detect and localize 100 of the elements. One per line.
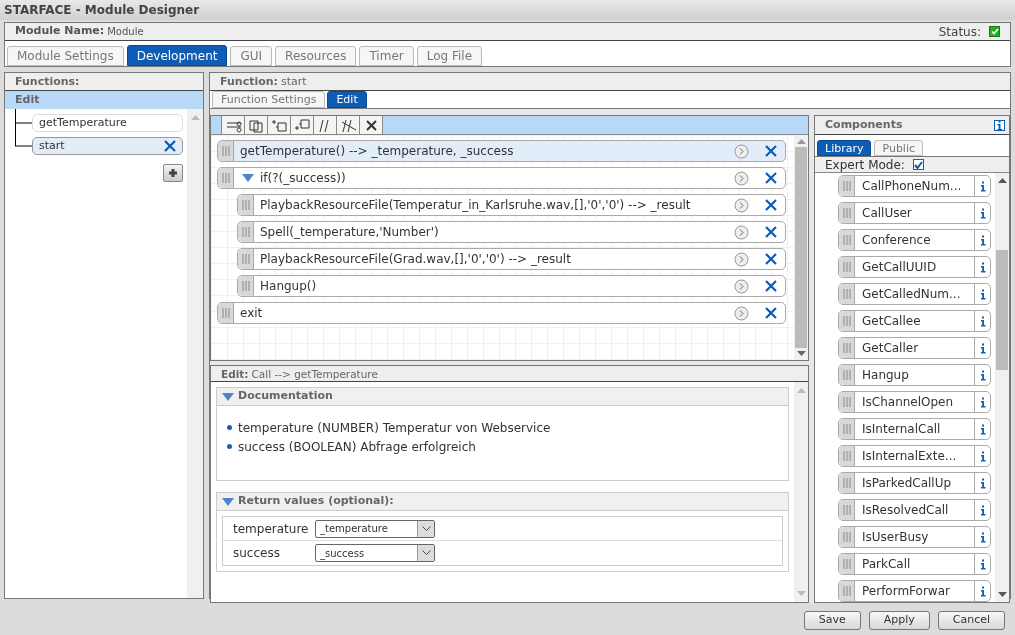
component-item[interactable]: PerformForwar: [838, 580, 991, 602]
arrow-right-icon[interactable]: [734, 170, 749, 186]
drag-handle-icon[interactable]: [839, 338, 855, 358]
drag-handle-icon[interactable]: [839, 581, 855, 601]
statement-row[interactable]: if(?(_success)): [217, 167, 786, 189]
info-icon[interactable]: [979, 450, 986, 462]
scroll-down-icon[interactable]: [796, 351, 806, 356]
arrow-right-icon[interactable]: [734, 278, 749, 294]
drag-handle-icon[interactable]: [839, 311, 855, 331]
arrow-right-icon[interactable]: [734, 305, 749, 321]
cut-button[interactable]: [222, 116, 245, 134]
drag-handle-icon[interactable]: [839, 554, 855, 574]
component-item[interactable]: IsInternalCall: [838, 418, 991, 440]
collapse-icon[interactable]: [222, 392, 234, 401]
close-icon[interactable]: [164, 140, 176, 152]
drag-handle-icon[interactable]: [238, 249, 254, 269]
collapse-icon[interactable]: [222, 497, 234, 506]
uncomment-button[interactable]: [337, 116, 360, 134]
component-item[interactable]: IsChannelOpen: [838, 391, 991, 413]
info-icon[interactable]: [979, 477, 986, 489]
drag-handle-icon[interactable]: [839, 365, 855, 385]
tab[interactable]: Log File: [416, 46, 483, 66]
scroll-up-icon[interactable]: [997, 178, 1007, 183]
comment-button[interactable]: [314, 116, 337, 134]
scrollbar[interactable]: [995, 173, 1009, 602]
drag-handle-icon[interactable]: [238, 222, 254, 242]
arrow-right-icon[interactable]: [734, 143, 749, 159]
drag-handle-icon[interactable]: [839, 392, 855, 412]
statement-row[interactable]: PlaybackResourceFile(Grad.wav,[],'0','0') --> _result: [237, 248, 786, 270]
statement-row[interactable]: Spell(_temperature,'Number'): [237, 221, 786, 243]
copy-button[interactable]: [245, 116, 268, 134]
info-icon[interactable]: [979, 504, 986, 516]
component-item[interactable]: Hangup: [838, 364, 991, 386]
drag-handle-icon[interactable]: [238, 276, 254, 296]
close-icon[interactable]: [765, 172, 777, 184]
info-icon[interactable]: [994, 119, 1005, 131]
tab[interactable]: Function Settings: [212, 91, 326, 108]
component-item[interactable]: IsParkedCallUp: [838, 472, 991, 494]
tab[interactable]: Resources: [275, 46, 357, 66]
close-icon[interactable]: [765, 253, 777, 265]
close-icon[interactable]: [765, 280, 777, 292]
component-item[interactable]: GetCallUUID: [838, 256, 991, 278]
info-icon[interactable]: [979, 207, 986, 219]
tab[interactable]: Library: [817, 140, 872, 156]
drag-handle-icon[interactable]: [218, 141, 234, 161]
info-icon[interactable]: [979, 531, 986, 543]
component-item[interactable]: GetCaller: [838, 337, 991, 359]
delete-button[interactable]: [360, 116, 383, 134]
statement-row[interactable]: PlaybackResourceFile(Temperatur_in_Karlsruhe.wav,[],'0','0') --> _result: [237, 194, 786, 216]
component-item[interactable]: GetCallee: [838, 310, 991, 332]
info-icon[interactable]: [979, 315, 986, 327]
arrow-right-icon[interactable]: [734, 197, 749, 213]
component-item[interactable]: Conference: [838, 229, 991, 251]
scroll-thumb[interactable]: [996, 250, 1008, 370]
tab[interactable]: Timer: [359, 46, 414, 66]
tree-header[interactable]: Edit: [5, 91, 203, 109]
drag-handle-icon[interactable]: [839, 527, 855, 547]
add-button[interactable]: [163, 164, 183, 182]
scrollbar[interactable]: [794, 135, 808, 360]
variable-dropdown[interactable]: _temperature: [315, 519, 435, 538]
drag-handle-icon[interactable]: [839, 284, 855, 304]
insert-before-button[interactable]: [268, 116, 291, 134]
drag-handle-icon[interactable]: [839, 176, 855, 196]
statement-row[interactable]: getTemperature() --> _temperature, _success: [217, 140, 786, 162]
statement-row[interactable]: exit: [217, 302, 786, 324]
drag-handle-icon[interactable]: [839, 419, 855, 439]
arrow-right-icon[interactable]: [734, 251, 749, 267]
tab[interactable]: Development: [126, 45, 228, 66]
scroll-thumb[interactable]: [795, 147, 807, 348]
component-item[interactable]: CallUser: [838, 202, 991, 224]
drag-handle-icon[interactable]: [839, 257, 855, 277]
drag-handle-icon[interactable]: [839, 203, 855, 223]
info-icon[interactable]: [979, 585, 986, 597]
dialog-button[interactable]: Save: [803, 611, 861, 630]
component-item[interactable]: IsUserBusy: [838, 526, 991, 548]
info-icon[interactable]: [979, 180, 986, 192]
scrollbar[interactable]: [187, 109, 203, 598]
insert-after-button[interactable]: [291, 116, 314, 134]
info-icon[interactable]: [979, 288, 986, 300]
component-item[interactable]: GetCalledNum...: [838, 283, 991, 305]
close-icon[interactable]: [765, 199, 777, 211]
drag-handle-icon[interactable]: [218, 168, 234, 188]
function-item[interactable]: getTemperature: [32, 114, 183, 132]
drag-handle-icon[interactable]: [218, 303, 234, 323]
close-icon[interactable]: [765, 307, 777, 319]
drag-handle-icon[interactable]: [238, 195, 254, 215]
close-icon[interactable]: [765, 145, 777, 157]
scroll-down-icon[interactable]: [997, 592, 1007, 597]
arrow-right-icon[interactable]: [734, 224, 749, 240]
variable-dropdown[interactable]: _success: [315, 544, 435, 562]
tab[interactable]: Edit: [327, 91, 367, 108]
drag-handle-icon[interactable]: [839, 473, 855, 493]
tab[interactable]: GUI: [230, 46, 273, 66]
drag-handle-icon[interactable]: [839, 500, 855, 520]
component-item[interactable]: IsResolvedCall: [838, 499, 991, 521]
tab[interactable]: Public: [874, 140, 924, 156]
info-icon[interactable]: [979, 423, 986, 435]
component-item[interactable]: CallPhoneNum...: [838, 175, 991, 197]
info-icon[interactable]: [979, 342, 986, 354]
tab[interactable]: Module Settings: [7, 46, 124, 66]
